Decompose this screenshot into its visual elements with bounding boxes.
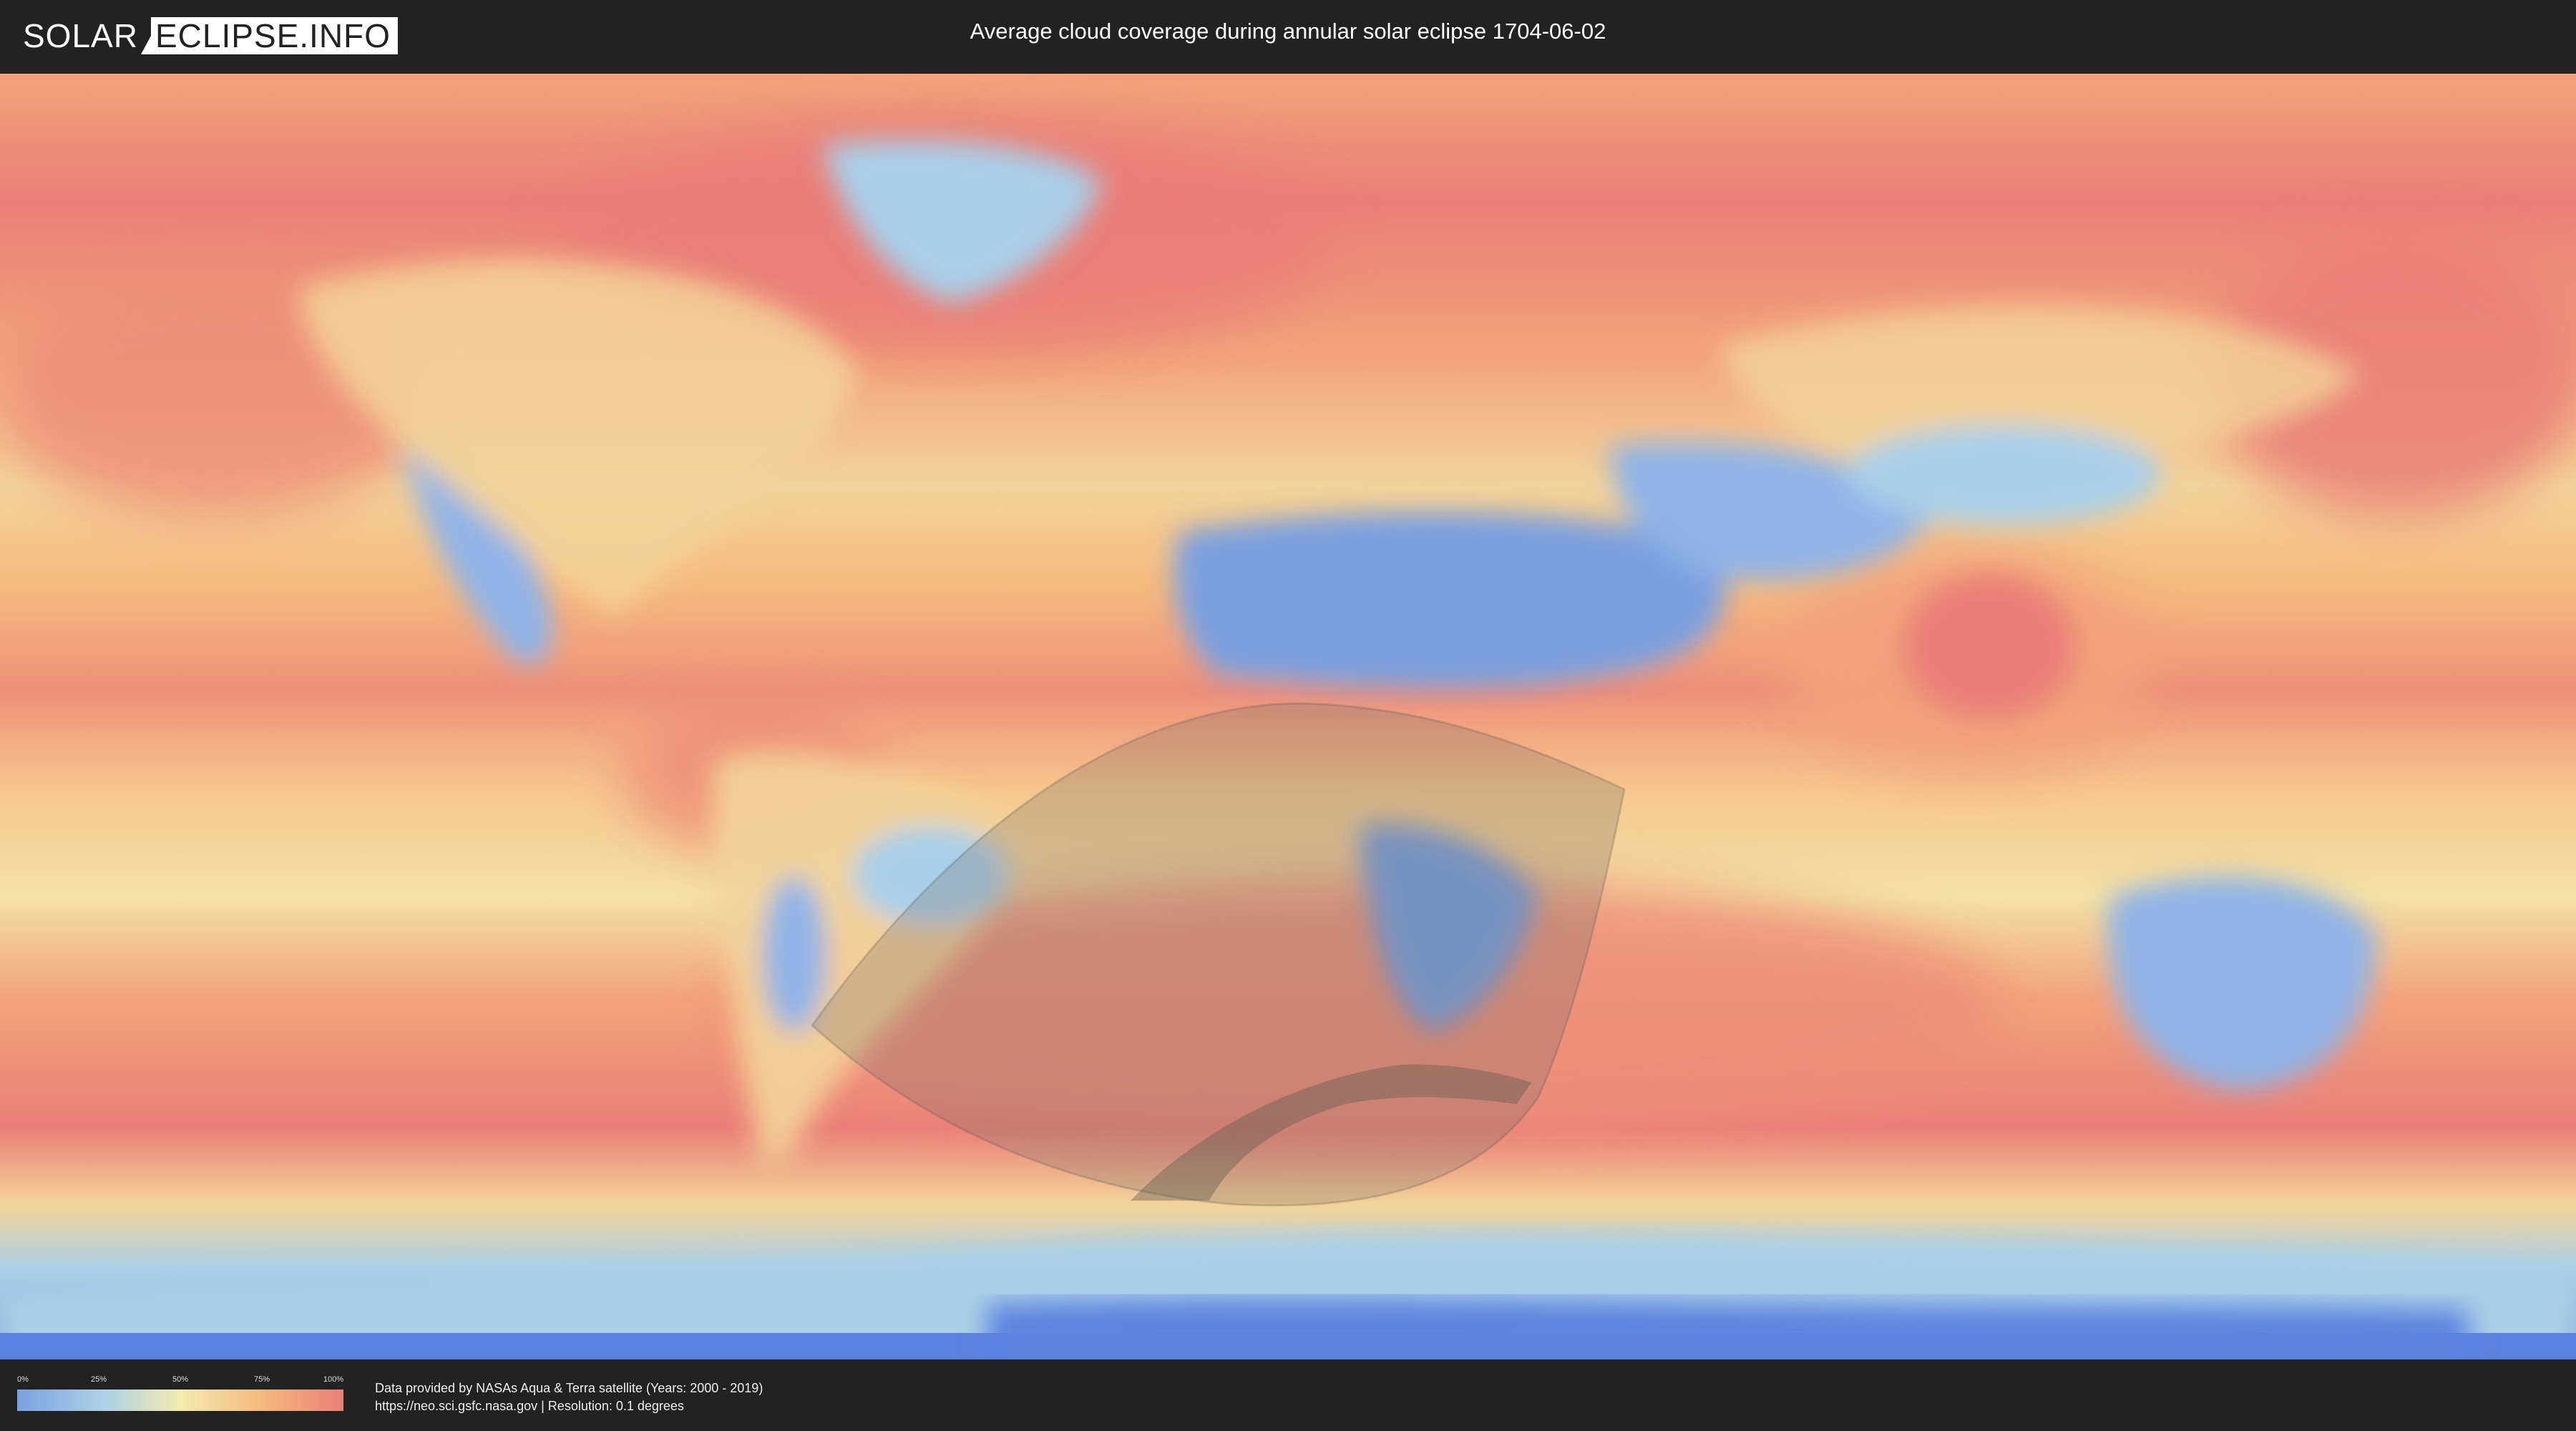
legend-tick-25: 25% [90,1375,107,1384]
cloud-coverage-legend: 0% 25% 50% 75% 100% [17,1375,343,1415]
legend-color-bar [17,1390,343,1411]
southeast-asia-cloud [1903,575,2075,718]
legend-tick-100: 100% [323,1375,343,1384]
header-bar: SOLAR ECLIPSE.INFO Average cloud coverag… [0,0,2576,72]
legend-tick-50: 50% [172,1375,189,1384]
data-credits: Data provided by NASAs Aqua & Terra sate… [375,1379,763,1415]
page-title: Average cloud coverage during annular so… [970,19,1606,44]
footer-bar: 0% 25% 50% 75% 100% Data provided by NAS… [0,1359,2576,1431]
legend-tick-0: 0% [17,1375,29,1384]
legend-ticks: 0% 25% 50% 75% 100% [17,1375,343,1388]
legend-tick-75: 75% [253,1375,270,1384]
sahara-arabia [1174,512,1727,688]
credits-line-2: https://neo.sci.gsfc.nasa.gov | Resoluti… [375,1399,684,1413]
credits-line-1: Data provided by NASAs Aqua & Terra sate… [375,1381,763,1395]
world-map-svg [0,74,2576,1359]
china-clear [1846,424,2161,524]
andes-clear [762,875,826,1032]
cloud-coverage-map[interactable] [0,74,2576,1359]
